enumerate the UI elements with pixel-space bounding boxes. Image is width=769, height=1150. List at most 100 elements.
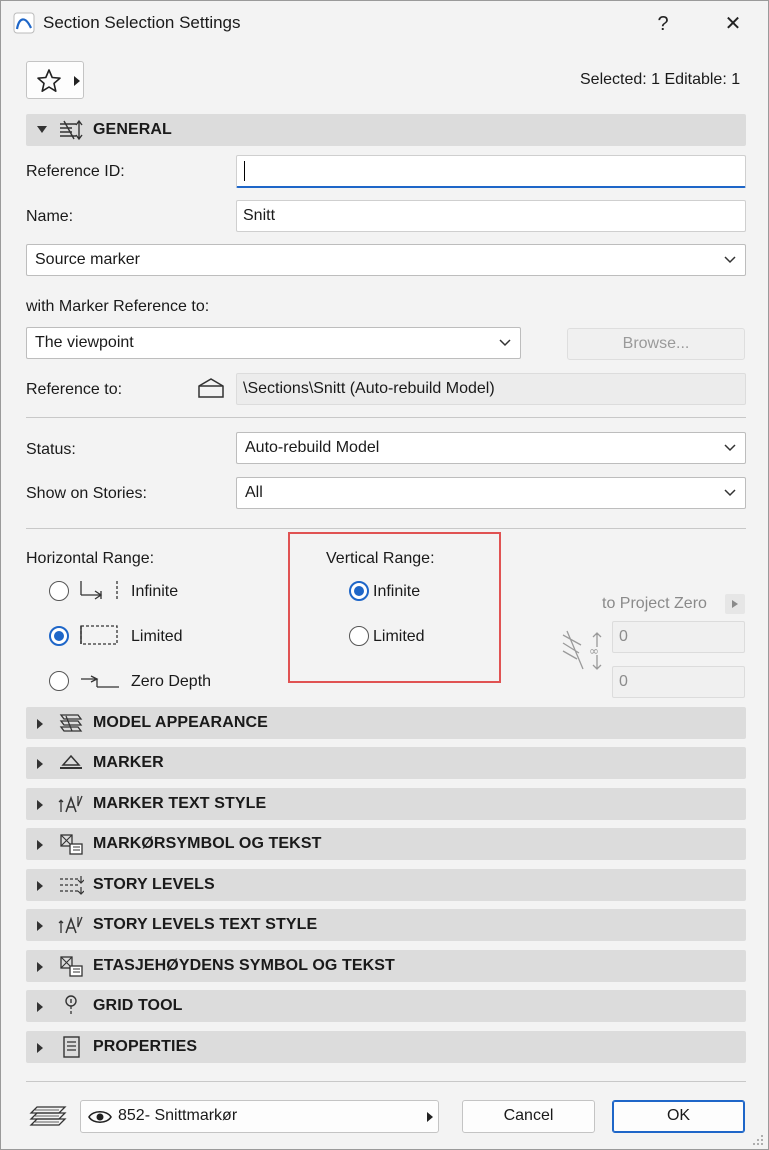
panel-marker-title: MARKER	[93, 754, 164, 771]
triangle-right-icon	[37, 881, 43, 891]
chevron-down-icon	[724, 256, 736, 264]
triangle-right-icon	[74, 76, 80, 86]
reference-to-value: \Sections\Snitt (Auto-rebuild Model)	[236, 373, 746, 405]
selection-info: Selected: 1 Editable: 1	[580, 71, 741, 88]
panel-markorsymbol-og-tekst[interactable]: MARKØRSYMBOL OG TEKST	[26, 828, 746, 860]
section-tool-icon	[60, 119, 83, 141]
model-appearance-icon	[59, 714, 83, 732]
vertical-range-icon: ∞	[562, 630, 602, 670]
symbol-text-icon	[60, 956, 83, 977]
triangle-right-icon	[37, 1002, 43, 1012]
browse-button[interactable]: Browse...	[567, 328, 745, 360]
properties-icon	[63, 1036, 80, 1058]
status-label: Status:	[26, 441, 76, 458]
panel-model-appearance[interactable]: MODEL APPEARANCE	[26, 707, 746, 739]
marker-reference-label: with Marker Reference to:	[26, 298, 210, 315]
marker-icon	[60, 754, 82, 769]
triangle-right-icon	[37, 759, 43, 769]
horizontal-limited-label: Limited	[131, 628, 183, 645]
panel-marker-text-style-title: MARKER TEXT STYLE	[93, 795, 267, 812]
reference-to-label: Reference to:	[26, 381, 123, 398]
triangle-right-icon	[732, 600, 738, 608]
panel-model-appearance-title: MODEL APPEARANCE	[93, 714, 268, 731]
help-button[interactable]: ?	[643, 9, 683, 39]
layer-select-value: 852- Snittmarkør	[118, 1107, 238, 1124]
name-label: Name:	[26, 208, 74, 225]
show-on-stories-select[interactable]: All	[236, 477, 746, 509]
panel-general-title: GENERAL	[93, 121, 172, 138]
triangle-right-icon	[37, 1043, 43, 1053]
close-button[interactable]: ✕	[713, 9, 753, 39]
app-logo-icon	[13, 12, 35, 34]
symbol-text-icon	[60, 834, 83, 855]
chevron-down-icon	[724, 444, 736, 452]
triangle-right-icon	[427, 1112, 433, 1122]
resize-grip-icon[interactable]	[749, 1131, 765, 1147]
show-on-stories-label: Show on Stories:	[26, 485, 147, 502]
reference-id-input[interactable]	[236, 155, 746, 188]
triangle-down-icon	[37, 126, 47, 133]
horizontal-zero-depth-radio[interactable]	[49, 671, 69, 691]
svg-text:∞: ∞	[589, 644, 599, 658]
ok-button[interactable]: OK	[612, 1100, 745, 1133]
triangle-right-icon	[37, 800, 43, 810]
panel-properties-title: PROPERTIES	[93, 1038, 198, 1055]
range-limited-icon	[80, 625, 118, 645]
status-select[interactable]: Auto-rebuild Model	[236, 432, 746, 464]
reference-id-label: Reference ID:	[26, 163, 125, 180]
grid-tool-icon	[65, 995, 77, 1016]
source-marker-select[interactable]: Source marker	[26, 244, 746, 276]
panel-etasjehoydens-symbol-og-tekst[interactable]: ETASJEHØYDENS SYMBOL OG TEKST	[26, 950, 746, 982]
horizontal-infinite-radio[interactable]	[49, 581, 69, 601]
panel-grid-tool-title: GRID TOOL	[93, 997, 183, 1014]
bottom-offset-input[interactable]: 0	[612, 666, 745, 698]
panel-grid-tool[interactable]: GRID TOOL	[26, 990, 746, 1022]
triangle-right-icon	[37, 921, 43, 931]
triangle-right-icon	[37, 719, 43, 729]
panel-properties[interactable]: PROPERTIES	[26, 1031, 746, 1063]
view-reference-icon	[198, 378, 224, 398]
panel-markorsymbol-og-tekst-title: MARKØRSYMBOL OG TEKST	[93, 835, 322, 852]
project-zero-menu-button[interactable]	[725, 594, 745, 614]
range-infinite-icon	[80, 581, 118, 601]
marker-reference-select[interactable]: The viewpoint	[26, 327, 521, 359]
vertical-limited-label: Limited	[373, 628, 425, 645]
horizontal-limited-radio[interactable]	[49, 626, 69, 646]
range-zero-depth-icon	[81, 675, 119, 688]
dialog-window: Section Selection Settings ? ✕ Selected:…	[0, 0, 769, 1150]
horizontal-zero-depth-label: Zero Depth	[131, 673, 212, 690]
layer-select[interactable]: 852- Snittmarkør	[80, 1100, 439, 1133]
favorites-button[interactable]	[26, 61, 84, 99]
text-style-icon	[58, 795, 83, 813]
triangle-right-icon	[37, 840, 43, 850]
vertical-range-label: Vertical Range:	[326, 550, 435, 567]
title-bar: Section Selection Settings ? ✕	[1, 1, 768, 47]
divider	[26, 528, 746, 529]
divider	[26, 1081, 746, 1082]
layers-icon	[29, 1106, 67, 1126]
text-style-icon	[58, 916, 83, 934]
vertical-infinite-radio[interactable]	[349, 581, 369, 601]
vertical-limited-radio[interactable]	[349, 626, 369, 646]
divider	[26, 417, 746, 418]
panel-story-levels-title: STORY LEVELS	[93, 876, 215, 893]
panel-story-levels[interactable]: STORY LEVELS	[26, 869, 746, 901]
panel-marker[interactable]: MARKER	[26, 747, 746, 779]
horizontal-infinite-label: Infinite	[131, 583, 179, 600]
story-levels-icon	[60, 876, 84, 895]
star-icon	[37, 69, 61, 92]
panel-story-levels-text-style-title: STORY LEVELS TEXT STYLE	[93, 916, 318, 933]
vertical-infinite-label: Infinite	[373, 583, 421, 600]
name-input[interactable]: Snitt	[236, 200, 746, 232]
top-offset-input[interactable]: 0	[612, 621, 745, 653]
cancel-button[interactable]: Cancel	[462, 1100, 595, 1133]
eye-icon	[88, 1110, 112, 1124]
horizontal-range-label: Horizontal Range:	[26, 550, 155, 567]
panel-general-header[interactable]: GENERAL	[26, 114, 746, 146]
panel-story-levels-text-style[interactable]: STORY LEVELS TEXT STYLE	[26, 909, 746, 941]
panel-marker-text-style[interactable]: MARKER TEXT STYLE	[26, 788, 746, 820]
chevron-down-icon	[724, 489, 736, 497]
to-project-zero-label: to Project Zero	[602, 595, 707, 612]
panel-etasjehoydens-symbol-og-tekst-title: ETASJEHØYDENS SYMBOL OG TEKST	[93, 957, 395, 974]
triangle-right-icon	[37, 962, 43, 972]
